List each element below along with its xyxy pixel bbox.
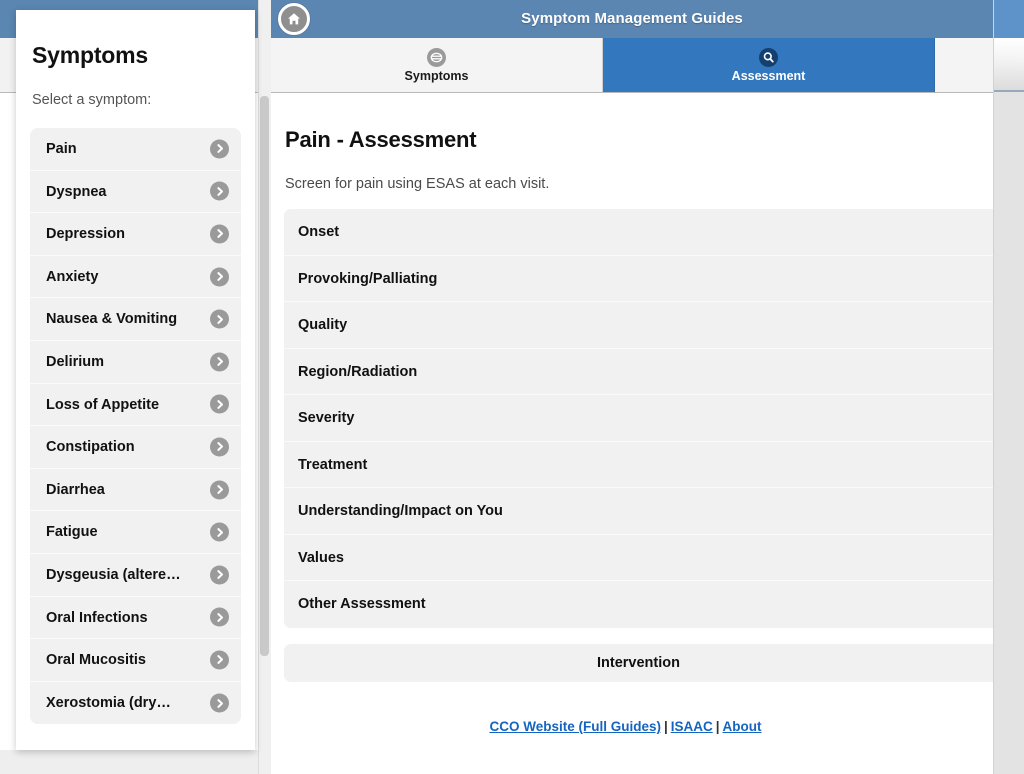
symptoms-panel: Symptoms Select a symptom: Pain Dyspnea De… bbox=[16, 10, 255, 750]
chevron-right-icon[interactable] bbox=[210, 224, 229, 244]
assessment-list-item-label: Onset bbox=[298, 224, 340, 240]
symptom-list-item[interactable]: Oral Infections bbox=[30, 596, 241, 640]
chevron-right-icon[interactable] bbox=[210, 181, 229, 201]
chevron-right-icon[interactable] bbox=[210, 693, 229, 713]
assessment-list-item[interactable]: Region/Radiation bbox=[284, 348, 993, 395]
tab-symptoms-label: Symptoms bbox=[404, 68, 469, 83]
chevron-right-icon[interactable] bbox=[210, 650, 229, 670]
gutter-fade-strip bbox=[994, 38, 1024, 90]
app-header: Symptom Management Guides bbox=[271, 0, 993, 38]
assessment-list: Onset Provoking/Palliating Quality Region/R… bbox=[284, 209, 993, 628]
intervention-button[interactable]: Intervention bbox=[284, 644, 993, 682]
chevron-right-icon[interactable] bbox=[210, 607, 229, 627]
chevron-right-icon[interactable] bbox=[210, 139, 229, 159]
footer-link-isaac[interactable]: ISAAC bbox=[671, 719, 713, 734]
footer-separator-2: | bbox=[715, 719, 720, 734]
right-edge-gutter bbox=[993, 0, 1024, 774]
footer-separator-1: | bbox=[663, 719, 668, 734]
symptom-list-item[interactable]: Pain bbox=[30, 128, 241, 171]
symptom-list-item[interactable]: Depression bbox=[30, 213, 241, 256]
chevron-right-icon[interactable] bbox=[210, 437, 229, 457]
assessment-list-item-label: Treatment bbox=[298, 456, 368, 473]
gutter-divider-line bbox=[994, 90, 1024, 92]
symptom-list-item-label: Nausea & Vomiting bbox=[46, 311, 178, 328]
symptom-list-item[interactable]: Constipation bbox=[30, 426, 241, 469]
chevron-right-icon[interactable] bbox=[210, 394, 229, 414]
chevron-right-icon[interactable] bbox=[210, 480, 229, 500]
symptoms-panel-subtitle: Select a symptom: bbox=[32, 92, 152, 108]
tab-assessment-label: Assessment bbox=[731, 68, 806, 83]
symptom-list-item[interactable]: Delirium bbox=[30, 340, 241, 384]
symptom-list-item-label: Xerostomia (dry… bbox=[46, 694, 171, 711]
gutter-header-strip bbox=[994, 0, 1024, 38]
assessment-list-item[interactable]: Severity bbox=[284, 395, 993, 442]
assessment-list-item[interactable]: Understanding/Impact on You bbox=[284, 488, 993, 535]
assessment-list-item[interactable]: Provoking/Palliating bbox=[284, 255, 993, 302]
symptom-list-item[interactable]: Nausea & Vomiting bbox=[30, 298, 241, 341]
search-magnifier-icon bbox=[759, 47, 778, 67]
tab-assessment[interactable]: Assessment bbox=[603, 38, 935, 92]
symptom-list-item[interactable]: Diarrhea bbox=[30, 468, 241, 512]
symptom-list-item[interactable]: Loss of Appetite bbox=[30, 383, 241, 427]
symptom-list-item-label: Pain bbox=[46, 141, 77, 157]
assessment-list-item-label: Understanding/Impact on You bbox=[298, 503, 503, 519]
app-root: Symptom Management Guides Symptoms Asses… bbox=[0, 0, 1024, 774]
assessment-list-item-label: Provoking/Palliating bbox=[298, 270, 438, 287]
assessment-list-item-label: Severity bbox=[298, 410, 355, 426]
symptom-list-item-label: Anxiety bbox=[46, 268, 99, 285]
page-title: Pain - Assessment bbox=[285, 127, 477, 152]
chevron-right-icon[interactable] bbox=[210, 352, 229, 372]
intervention-button-label: Intervention bbox=[597, 655, 680, 671]
symptom-list-item-label: Constipation bbox=[46, 439, 135, 456]
assessment-list-item[interactable]: Quality bbox=[284, 302, 993, 349]
page-subtitle: Screen for pain using ESAS at each visit… bbox=[285, 176, 550, 192]
tab-bar: Symptoms Assessment bbox=[271, 38, 993, 93]
tab-symptoms[interactable]: Symptoms bbox=[271, 38, 603, 92]
symptoms-panel-heading: Symptoms bbox=[32, 42, 148, 68]
tab-bar-filler bbox=[935, 38, 993, 92]
assessment-list-item[interactable]: Treatment bbox=[284, 441, 993, 488]
symptom-list: Pain Dyspnea Depression Anxiety Nausea & Vom… bbox=[30, 128, 241, 725]
sidebar-backdrop-footer bbox=[0, 750, 258, 774]
chevron-right-icon[interactable] bbox=[210, 565, 229, 585]
symptom-list-item-label: Dyspnea bbox=[46, 183, 107, 200]
symptom-list-item-label: Dysgeusia (altere… bbox=[46, 566, 181, 583]
symptom-list-item-label: Depression bbox=[46, 226, 125, 243]
symptom-list-item[interactable]: Dyspnea bbox=[30, 170, 241, 214]
footer-links: CCO Website (Full Guides) | ISAAC | About bbox=[271, 719, 980, 734]
footer-link-cco-website[interactable]: CCO Website (Full Guides) bbox=[489, 719, 661, 734]
assessment-list-item-label: Quality bbox=[298, 317, 348, 333]
assessment-list-item[interactable]: Other Assessment bbox=[284, 581, 993, 628]
sidebar-scrollbar[interactable] bbox=[258, 0, 271, 774]
symptom-list-item[interactable]: Fatigue bbox=[30, 511, 241, 554]
symptom-list-item-label: Fatigue bbox=[46, 524, 98, 541]
symptom-list-item-label: Loss of Appetite bbox=[46, 396, 160, 413]
assessment-list-item[interactable]: Values bbox=[284, 534, 993, 581]
app-title: Symptom Management Guides bbox=[521, 10, 743, 27]
symptom-list-item[interactable]: Anxiety bbox=[30, 255, 241, 299]
sidebar-scrollbar-thumb[interactable] bbox=[260, 96, 269, 656]
assessment-list-item[interactable]: Onset bbox=[284, 209, 993, 256]
assessment-list-item-label: Other Assessment bbox=[298, 596, 426, 612]
chevron-right-icon[interactable] bbox=[210, 309, 229, 329]
assessment-list-item-label: Region/Radiation bbox=[298, 363, 418, 380]
symptom-list-item-label: Oral Infections bbox=[46, 609, 148, 626]
content-area: Pain - Assessment Screen for pain using … bbox=[271, 93, 993, 774]
symptom-list-item-label: Oral Mucositis bbox=[46, 652, 146, 669]
symptom-list-item-label: Diarrhea bbox=[46, 481, 105, 498]
symptom-list-item[interactable]: Xerostomia (dry… bbox=[30, 681, 241, 725]
symptom-list-item[interactable]: Dysgeusia (altere… bbox=[30, 553, 241, 597]
app-window: Symptom Management Guides Symptoms Asses… bbox=[271, 0, 993, 774]
chevron-right-icon[interactable] bbox=[210, 522, 229, 542]
symptom-list-item-label: Delirium bbox=[46, 353, 105, 370]
list-circle-icon bbox=[427, 47, 446, 67]
footer-link-about[interactable]: About bbox=[723, 719, 762, 734]
symptom-list-item[interactable]: Oral Mucositis bbox=[30, 639, 241, 682]
chevron-right-icon[interactable] bbox=[210, 267, 229, 287]
assessment-list-item-label: Values bbox=[298, 549, 344, 566]
